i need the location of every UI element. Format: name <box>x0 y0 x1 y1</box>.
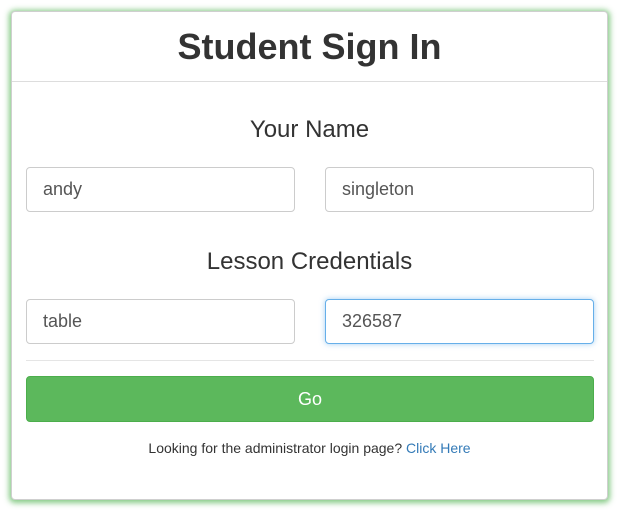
form-divider <box>26 360 594 361</box>
page-title: Student Sign In <box>177 25 442 67</box>
lesson-credentials-heading: Lesson Credentials <box>206 248 413 275</box>
admin-login-note: Looking for the administrator login page… <box>12 440 607 456</box>
go-button[interactable]: Go <box>26 376 594 422</box>
lesson-code-input[interactable] <box>325 299 594 344</box>
admin-login-prompt: Looking for the administrator login page… <box>148 440 403 456</box>
first-name-input[interactable] <box>26 167 295 212</box>
sign-in-panel: Student Sign In Your Name Lesson Credent… <box>11 11 608 500</box>
last-name-input[interactable] <box>325 167 594 212</box>
admin-login-link[interactable]: Click Here <box>406 440 471 456</box>
panel-header: Student Sign In <box>12 12 607 82</box>
lesson-name-input[interactable] <box>26 299 295 344</box>
your-name-heading: Your Name <box>249 116 370 143</box>
